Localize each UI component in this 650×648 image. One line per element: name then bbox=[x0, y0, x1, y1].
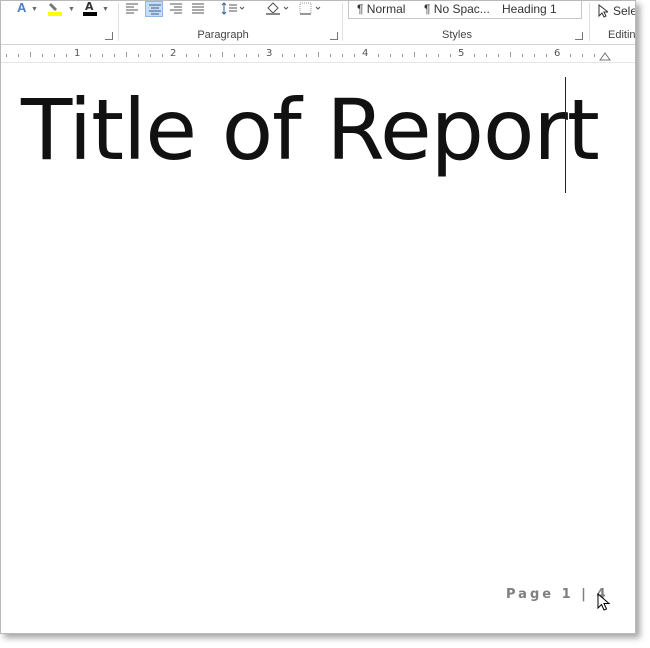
borders-icon[interactable] bbox=[297, 1, 325, 17]
ruler-tick bbox=[546, 54, 547, 57]
ruler-tick bbox=[138, 54, 139, 57]
ruler-tick bbox=[162, 54, 163, 57]
page-number-footer[interactable]: Page 1 | 4 bbox=[506, 587, 609, 602]
ruler-tick bbox=[438, 54, 439, 57]
styles-gallery: ¶ Normal ¶ No Spac... Heading 1 ▾ bbox=[348, 1, 582, 19]
font-group: A ▼ ▼ A ▼ bbox=[1, 1, 118, 44]
ruler-tick bbox=[486, 54, 487, 57]
ruler-tick bbox=[150, 54, 151, 57]
ruler-tick bbox=[474, 54, 475, 57]
shading-icon[interactable] bbox=[263, 1, 291, 17]
document-page[interactable]: Title of Report Page 1 | 4 bbox=[1, 63, 635, 633]
group-separator bbox=[589, 3, 590, 41]
ruler-tick bbox=[342, 54, 343, 57]
ruler-tick bbox=[114, 54, 115, 57]
styles-dialog-launcher-icon[interactable] bbox=[575, 32, 583, 40]
ruler-tick bbox=[54, 54, 55, 57]
ruler-tick bbox=[498, 54, 499, 57]
align-right-icon[interactable] bbox=[167, 1, 185, 17]
ruler-tick bbox=[534, 54, 535, 57]
text-cursor bbox=[565, 77, 566, 193]
ruler-number: 2 bbox=[170, 48, 177, 59]
paragraph-dialog-launcher-icon[interactable] bbox=[330, 32, 338, 40]
ruler-tick bbox=[258, 54, 259, 57]
ruler-tick bbox=[42, 54, 43, 57]
styles-group-label: Styles bbox=[442, 29, 472, 41]
paragraph-group-label: Paragraph bbox=[197, 29, 249, 41]
align-left-icon[interactable] bbox=[123, 1, 141, 17]
align-center-icon[interactable] bbox=[145, 1, 163, 17]
ruler-tick bbox=[522, 54, 523, 57]
ruler-tick bbox=[294, 54, 295, 57]
ruler-tick bbox=[6, 54, 7, 57]
ruler-tick bbox=[594, 54, 595, 57]
ruler-tick bbox=[510, 52, 511, 57]
ruler-tick bbox=[390, 54, 391, 57]
ruler-tick bbox=[90, 54, 91, 57]
style-no-spacing[interactable]: ¶ No Spac... bbox=[424, 2, 490, 16]
ruler-tick bbox=[30, 52, 31, 57]
ruler-tick bbox=[198, 54, 199, 57]
highlight-icon[interactable] bbox=[47, 1, 63, 17]
word-window: A ▼ ▼ A ▼ Paragraph ¶ Normal ¶ No Spac..… bbox=[0, 0, 636, 634]
ruler-tick bbox=[102, 54, 103, 57]
ruler-tick bbox=[66, 54, 67, 57]
ruler-tick bbox=[402, 54, 403, 57]
right-indent-marker-icon[interactable] bbox=[599, 51, 611, 61]
editing-group-label: Editin bbox=[608, 29, 636, 41]
mouse-pointer-icon bbox=[597, 593, 611, 611]
ruler-tick bbox=[186, 54, 187, 57]
document-title[interactable]: Title of Report bbox=[21, 81, 600, 179]
horizontal-ruler[interactable]: 1 2 3 4 5 6 bbox=[1, 45, 635, 63]
ruler-tick bbox=[330, 54, 331, 57]
ruler-tick bbox=[570, 54, 571, 57]
ruler-tick bbox=[414, 52, 415, 57]
select-button[interactable]: Sele bbox=[613, 4, 635, 20]
ruler-tick bbox=[234, 54, 235, 57]
style-normal[interactable]: ¶ Normal bbox=[357, 2, 405, 16]
ruler-number: 1 bbox=[74, 48, 81, 59]
ruler-number: 4 bbox=[362, 48, 369, 59]
ruler-tick bbox=[582, 54, 583, 57]
ruler-tick bbox=[222, 52, 223, 57]
ruler-tick bbox=[246, 54, 247, 57]
highlight-dropdown-icon[interactable]: ▼ bbox=[68, 3, 75, 19]
svg-text:A: A bbox=[85, 1, 94, 13]
ruler-tick bbox=[282, 54, 283, 57]
ruler-tick bbox=[450, 54, 451, 57]
ribbon: A ▼ ▼ A ▼ Paragraph ¶ Normal ¶ No Spac..… bbox=[1, 1, 635, 45]
ruler-tick bbox=[354, 54, 355, 57]
justify-icon[interactable] bbox=[189, 1, 207, 17]
font-dialog-launcher-icon[interactable] bbox=[105, 32, 113, 40]
text-effects-dropdown-icon[interactable]: ▼ bbox=[31, 3, 38, 19]
ruler-number: 3 bbox=[266, 48, 273, 59]
ruler-number: 6 bbox=[554, 48, 561, 59]
text-effects-icon[interactable]: A bbox=[17, 1, 26, 17]
font-color-dropdown-icon[interactable]: ▼ bbox=[102, 3, 109, 19]
line-spacing-icon[interactable] bbox=[219, 1, 247, 17]
select-cursor-icon[interactable] bbox=[598, 3, 610, 20]
ruler-tick bbox=[426, 54, 427, 57]
font-color-icon[interactable]: A bbox=[82, 1, 98, 17]
ruler-number: 5 bbox=[458, 48, 465, 59]
ruler-tick bbox=[18, 54, 19, 57]
ruler-tick bbox=[318, 52, 319, 57]
style-heading-1[interactable]: Heading 1 bbox=[502, 2, 557, 16]
ruler-tick bbox=[306, 54, 307, 57]
ruler-tick bbox=[126, 52, 127, 57]
paragraph-group: Paragraph bbox=[119, 1, 341, 44]
ruler-tick bbox=[378, 54, 379, 57]
ruler-tick bbox=[210, 54, 211, 57]
